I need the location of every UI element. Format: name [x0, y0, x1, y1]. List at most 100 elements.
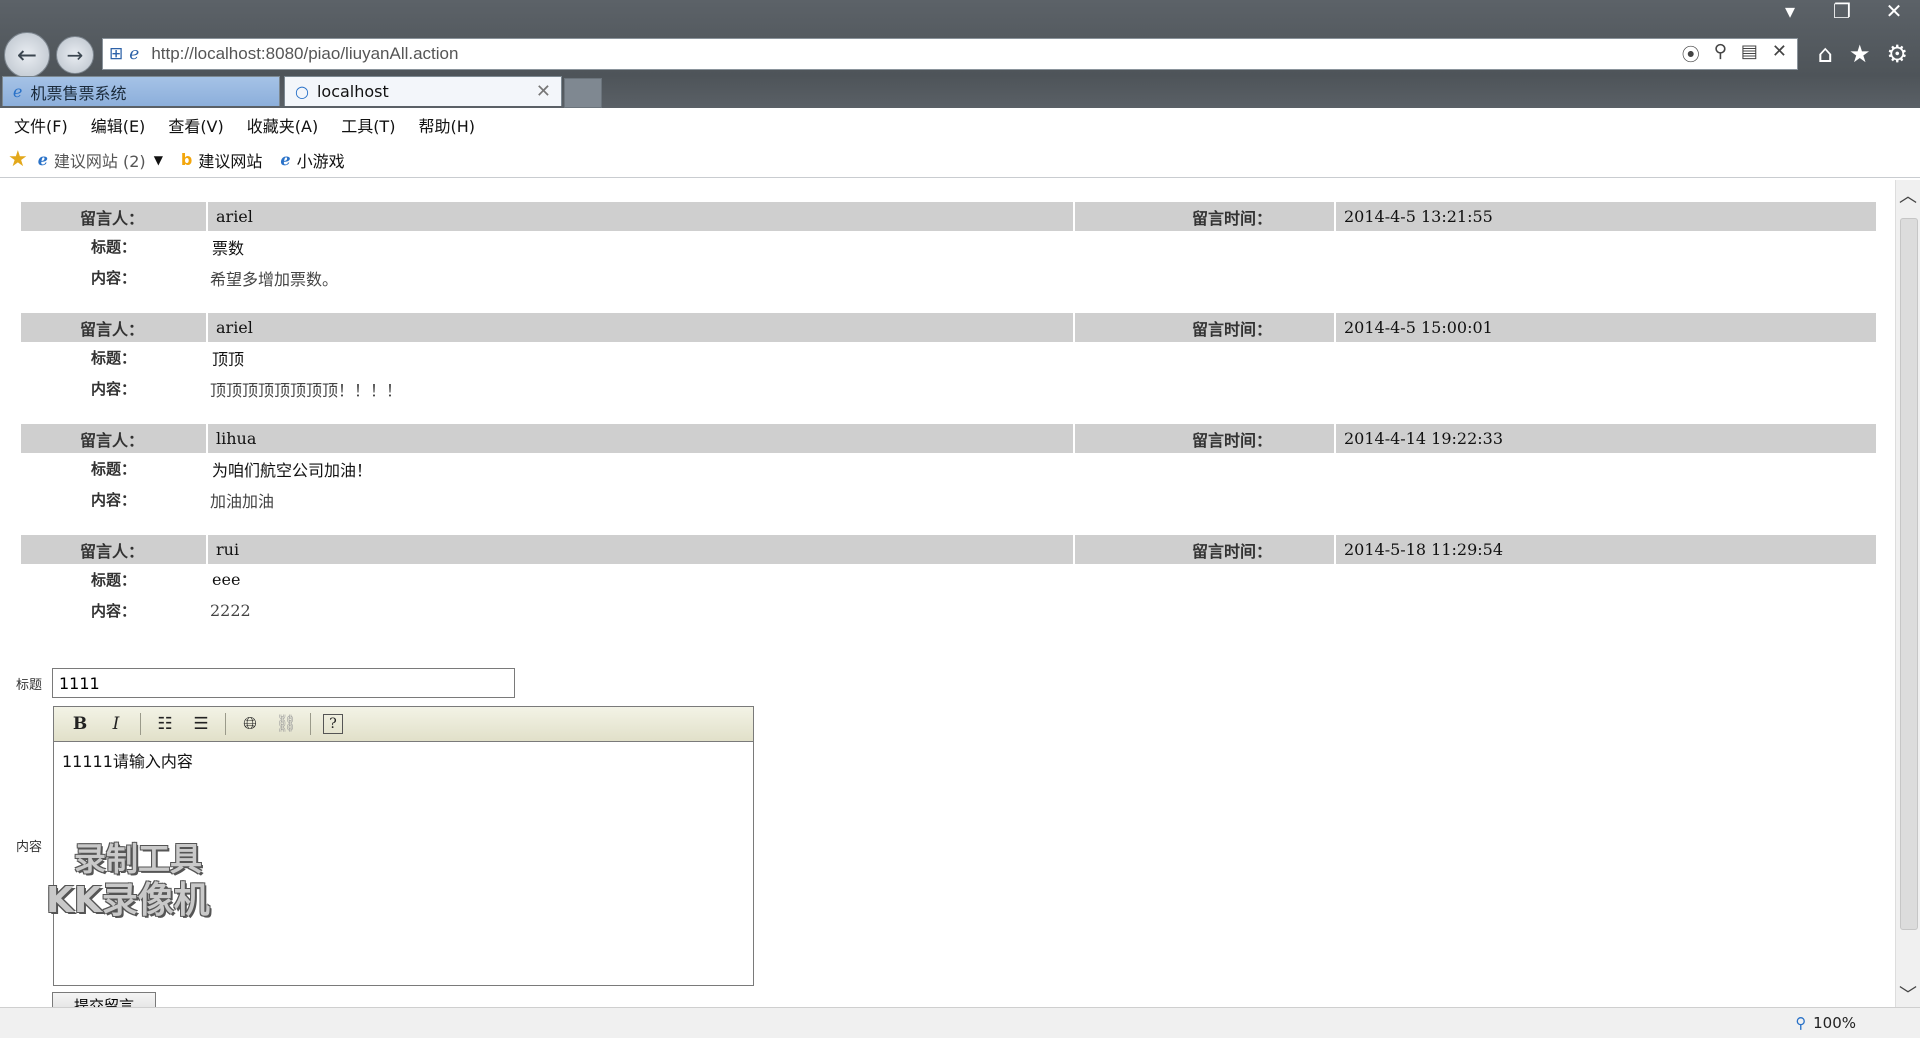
favorites-bar: ★ ℯ 建议网站 (2) ▼ b 建议网站 ℯ 小游戏	[0, 142, 1920, 178]
zoom-icon: ⚲	[1795, 1014, 1807, 1032]
title-label: 标题：	[90, 349, 136, 367]
content-label: 内容：	[90, 269, 136, 287]
tab-ticket-system[interactable]: ℯ 机票售票系统	[2, 76, 280, 106]
menu-file[interactable]: 文件(F)	[14, 113, 68, 137]
time-value: 2014-4-5 13:21:55	[1336, 202, 1876, 231]
zoom-level: 100%	[1813, 1014, 1856, 1032]
author-label: 留言人：	[21, 313, 206, 342]
compatibility-view-icon[interactable]: ▤	[1741, 41, 1758, 67]
title-label: 标题：	[90, 571, 136, 589]
menu-view[interactable]: 查看(V)	[168, 113, 223, 137]
author-value: ariel	[208, 313, 1073, 342]
tab-label: 机票售票系统	[30, 83, 127, 103]
scroll-down-icon[interactable]: ﹀	[1896, 981, 1920, 1006]
menu-help[interactable]: 帮助(H)	[418, 113, 475, 137]
title-value: 票数	[212, 238, 245, 258]
address-url[interactable]: http://localhost:8080/piao/liuyanAll.act…	[151, 44, 458, 64]
favorite-mini-games[interactable]: ℯ 小游戏	[280, 148, 344, 172]
author-value: lihua	[208, 424, 1073, 453]
content-label: 内容：	[90, 491, 136, 509]
author-label: 留言人：	[21, 202, 206, 231]
toolbar-divider	[225, 713, 226, 735]
title-value: eee	[212, 570, 241, 589]
back-button[interactable]: ←	[4, 32, 50, 78]
message-entry: 留言人： rui 留言时间： 2014-5-18 11:29:54 标题： ee…	[21, 535, 1876, 626]
title-row: 标题： eee	[21, 564, 1876, 595]
title-input[interactable]	[52, 668, 515, 698]
menu-edit[interactable]: 编辑(E)	[91, 113, 146, 137]
time-value: 2014-4-5 15:00:01	[1336, 313, 1876, 342]
zoom-control[interactable]: ⚲ 100%	[1795, 1014, 1856, 1032]
insert-link-icon[interactable]: 🌐︎	[238, 714, 262, 734]
scroll-up-icon[interactable]: ︿	[1896, 182, 1920, 207]
editor-text[interactable]: 11111请输入内容	[54, 742, 753, 778]
close-window-icon[interactable]: ✕	[1882, 0, 1906, 22]
watermark-line2: KK录像机	[46, 880, 210, 921]
minimize-icon[interactable]: ▾	[1778, 0, 1802, 22]
content-row: 内容： 希望多增加票数。	[21, 262, 1876, 293]
help-icon[interactable]: ?	[323, 714, 343, 734]
bold-button[interactable]: B	[68, 714, 92, 734]
unordered-list-icon[interactable]: ☰	[189, 714, 213, 734]
remove-link-icon[interactable]: ⛓	[274, 714, 298, 734]
message-header: 留言人： lihua 留言时间： 2014-4-14 19:22:33	[21, 424, 1876, 453]
address-bar[interactable]: ⊞ ℯ http://localhost:8080/piao/liuyanAll…	[102, 38, 1798, 70]
author-label: 留言人：	[21, 535, 206, 564]
compat-icon[interactable]: ⦿	[1682, 41, 1700, 67]
tab-localhost[interactable]: ○ localhost ✕	[284, 76, 562, 106]
site-add-icon[interactable]: ⊞	[109, 44, 123, 64]
author-value: ariel	[208, 202, 1073, 231]
ie-logo-icon: ℯ	[129, 44, 140, 64]
menu-tools[interactable]: 工具(T)	[341, 113, 395, 137]
recording-watermark: 录制工具 KK录像机	[46, 838, 210, 922]
gear-icon[interactable]: ⚙	[1886, 40, 1908, 68]
ie-page-icon: ℯ	[13, 82, 23, 101]
title-value: 顶顶	[212, 349, 245, 369]
favorite-suggested-sites[interactable]: b 建议网站	[181, 148, 262, 172]
content-label: 内容：	[90, 602, 136, 620]
content-row: 内容： 2222	[21, 595, 1876, 626]
ordered-list-icon[interactable]: ☷	[153, 714, 177, 734]
message-header: 留言人： ariel 留言时间： 2014-4-5 15:00:01	[21, 313, 1876, 342]
message-entry: 留言人： ariel 留言时间： 2014-4-5 13:21:55 标题： 票…	[21, 202, 1876, 293]
title-value: 为咱们航空公司加油！	[212, 460, 373, 480]
status-bar: ⚲ 100%	[0, 1007, 1920, 1038]
time-label: 留言时间：	[1075, 535, 1334, 564]
favorites-star-icon[interactable]: ★	[1849, 40, 1871, 68]
favorite-label: 建议网站 (2)	[53, 151, 146, 171]
arrow-right-icon: →	[66, 43, 84, 67]
address-bar-left-icons: ⊞ ℯ	[103, 44, 145, 64]
title-row: 标题： 顶顶	[21, 342, 1876, 373]
vertical-scrollbar[interactable]: ︿ ﹀	[1895, 180, 1920, 1007]
restore-icon[interactable]: ❐	[1830, 0, 1854, 22]
search-icon[interactable]: ⚲	[1714, 41, 1727, 67]
toolbar-divider	[140, 713, 141, 735]
menu-bar: 文件(F) 编辑(E) 查看(V) 收藏夹(A) 工具(T) 帮助(H)	[0, 108, 1920, 142]
address-bar-actions: ⦿ ⚲ ▤ ✕	[1682, 41, 1797, 67]
add-favorite-star-icon[interactable]: ★	[8, 147, 28, 172]
submit-button[interactable]: 提交留言	[52, 992, 156, 1007]
home-icon[interactable]: ⌂	[1818, 40, 1833, 68]
author-value: rui	[208, 535, 1073, 564]
browser-titlebar: ▾ ❐ ✕ ← → ⊞ ℯ http://localhost:8080/piao…	[0, 0, 1920, 108]
time-value: 2014-5-18 11:29:54	[1336, 535, 1876, 564]
chevron-down-icon: ▼	[153, 152, 163, 167]
author-label: 留言人：	[21, 424, 206, 453]
stop-icon[interactable]: ✕	[1772, 41, 1787, 67]
content-value: 加油加油	[210, 491, 275, 511]
forward-button[interactable]: →	[56, 36, 94, 74]
new-tab-button[interactable]	[564, 78, 602, 108]
time-label: 留言时间：	[1075, 313, 1334, 342]
title-row: 标题： 票数	[21, 231, 1876, 262]
content-row: 内容： 顶顶顶顶顶顶顶顶！！！！	[21, 373, 1876, 404]
loading-icon: ○	[295, 82, 309, 101]
bing-icon: b	[180, 150, 193, 169]
menu-favorites[interactable]: 收藏夹(A)	[247, 113, 318, 137]
editor-toolbar: B I ☷ ☰ 🌐︎ ⛓ ?	[54, 707, 753, 742]
favorite-suggested-sites-dropdown[interactable]: ℯ 建议网站 (2) ▼	[38, 148, 163, 172]
italic-button[interactable]: I	[104, 714, 128, 734]
scroll-thumb[interactable]	[1900, 218, 1918, 930]
window-controls: ▾ ❐ ✕	[1778, 0, 1906, 22]
close-tab-icon[interactable]: ✕	[536, 81, 551, 102]
browser-toolbar-icons: ⌂ ★ ⚙	[1818, 40, 1908, 68]
